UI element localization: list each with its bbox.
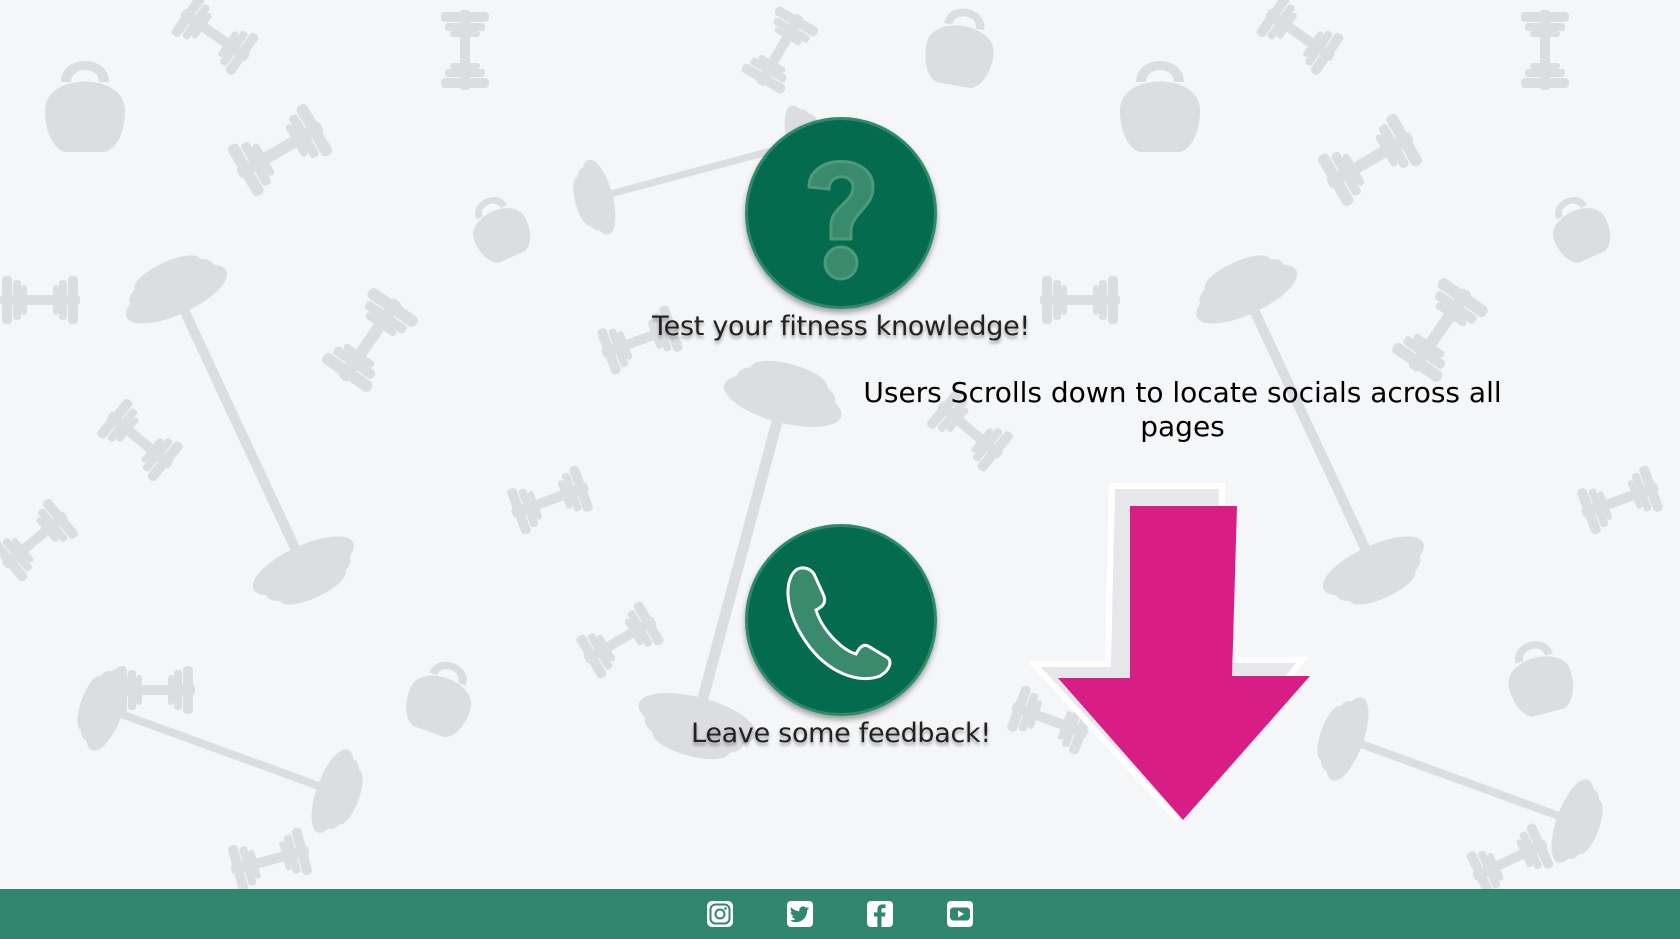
feedback-feature-label: Leave some feedback! [691, 718, 991, 749]
youtube-icon [947, 901, 973, 927]
feedback-feature-link[interactable]: Leave some feedback! [641, 524, 1041, 749]
page: Test your fitness knowledge! Leave some … [0, 0, 1680, 939]
social-footer [0, 889, 1680, 939]
feedback-circle-button[interactable] [745, 524, 937, 716]
facebook-icon [867, 901, 893, 927]
phone-icon [786, 566, 892, 681]
down-arrow-icon [1030, 483, 1310, 823]
instagram-link[interactable] [705, 899, 735, 929]
question-mark-icon [807, 160, 875, 281]
instagram-icon [707, 901, 733, 927]
scroll-annotation-text: Users Scrolls down to locate socials acr… [863, 376, 1502, 443]
quiz-feature-label: Test your fitness knowledge! [652, 311, 1030, 342]
twitter-icon [787, 901, 813, 927]
quiz-feature-link[interactable]: Test your fitness knowledge! [641, 117, 1041, 342]
facebook-link[interactable] [865, 899, 895, 929]
youtube-link[interactable] [945, 899, 975, 929]
twitter-link[interactable] [785, 899, 815, 929]
quiz-circle-button[interactable] [745, 117, 937, 309]
